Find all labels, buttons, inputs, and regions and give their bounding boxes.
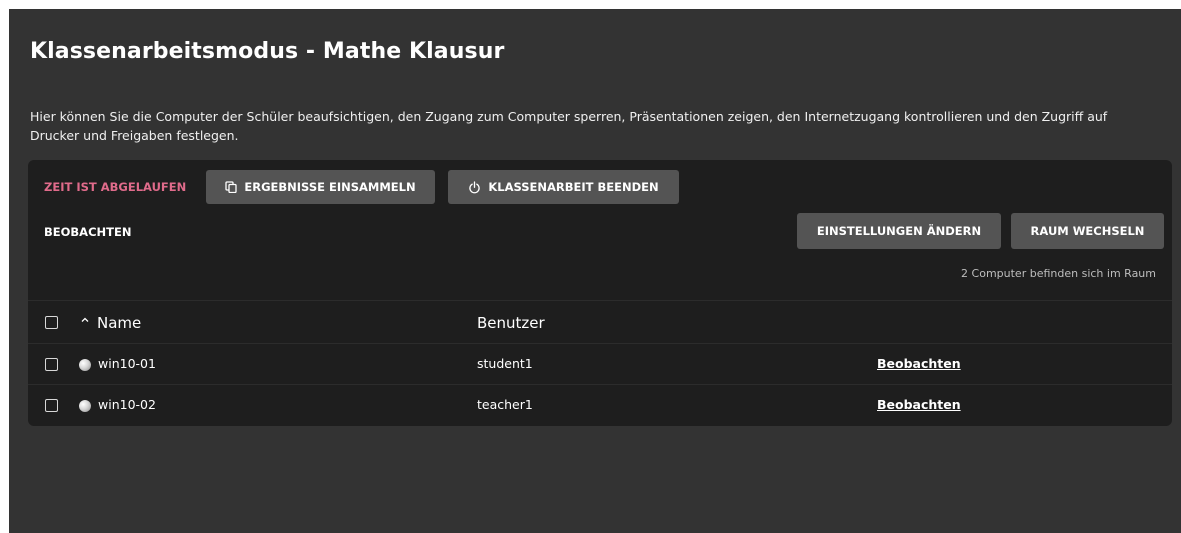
observe-link[interactable]: Beobachten [877,397,961,412]
timer-status: ZEIT IST ABGELAUFEN [44,180,187,194]
computer-name: win10-02 [98,397,156,412]
status-dot-icon [79,359,91,371]
row-checkbox[interactable] [45,358,58,371]
page-description: Hier können Sie die Computer der Schüler… [30,109,1108,143]
end-exam-label: KLASSENARBEIT BEENDEN [488,180,659,194]
column-header-name[interactable]: Name [97,314,141,332]
change-settings-button[interactable]: EINSTELLUNGEN ÄNDERN [797,213,1001,249]
computer-count: 2 Computer befinden sich im Raum [961,267,1156,280]
observe-link[interactable]: Beobachten [877,356,961,371]
select-all-checkbox[interactable] [45,316,58,329]
section-label-observe: BEOBACHTEN [44,225,132,239]
collect-results-label: ERGEBNISSE EINSAMMELN [244,180,416,194]
computer-name: win10-01 [98,356,156,371]
column-header-user[interactable]: Benutzer [477,314,545,332]
exam-control-panel: ZEIT IST ABGELAUFEN ERGEBNISSE EINSAMMEL… [28,160,1172,426]
exam-mode-window: Klassenarbeitsmodus - Mathe Klausur Hier… [9,9,1181,533]
page-title: Klassenarbeitsmodus - Mathe Klausur [30,39,505,64]
row-checkbox[interactable] [45,399,58,412]
change-room-button[interactable]: RAUM WECHSELN [1011,213,1164,249]
collect-results-button[interactable]: ERGEBNISSE EINSAMMELN [206,170,435,204]
copy-icon [225,181,238,193]
power-icon [468,180,481,194]
table-row: win10-02 teacher1 Beobachten [28,385,1172,426]
status-dot-icon [79,400,91,412]
table-row: win10-01 student1 Beobachten [28,344,1172,385]
user-name: student1 [477,356,533,371]
chevron-up-icon[interactable] [80,315,90,328]
user-name: teacher1 [477,397,533,412]
table-header: Name Benutzer [28,300,1172,344]
computer-table: Name Benutzer win10-01 student1 Beobacht… [28,300,1172,426]
end-exam-button[interactable]: KLASSENARBEIT BEENDEN [448,170,679,204]
